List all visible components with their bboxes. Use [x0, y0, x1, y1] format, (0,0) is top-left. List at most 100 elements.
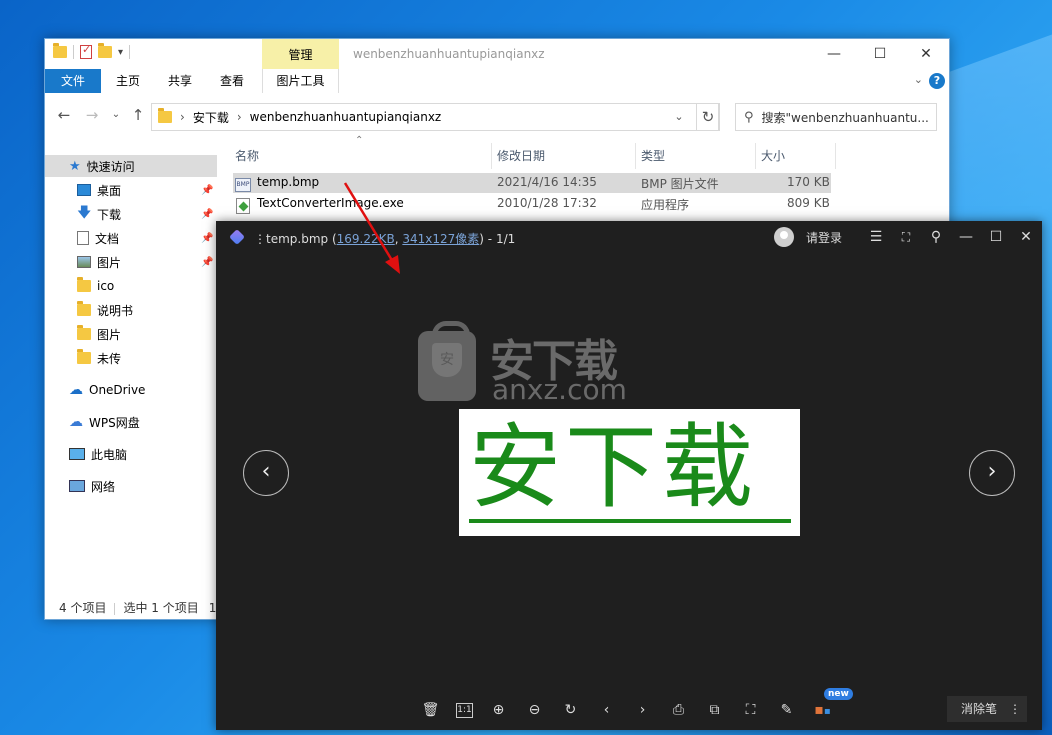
nav-this-pc[interactable]: 此电脑 [69, 443, 127, 465]
ocr-scan-icon[interactable]: ⛶ [740, 700, 761, 721]
refresh-button[interactable]: ↻ [696, 103, 720, 131]
column-header-name[interactable]: 名称 [235, 145, 259, 167]
breadcrumb-item[interactable]: wenbenzhuanhuantupianqianxz [250, 110, 442, 124]
nav-label: 桌面 [97, 183, 122, 198]
menu-icon[interactable]: ☰ [866, 227, 886, 247]
search-placeholder: 搜索"wenbenzhuanhuantu... [761, 110, 929, 125]
back-icon[interactable]: ← [53, 104, 75, 126]
computer-icon [69, 448, 85, 460]
edit-icon[interactable]: ✎ [776, 700, 797, 721]
nav-label: 说明书 [97, 303, 134, 318]
tab-view[interactable]: 查看 [207, 69, 257, 93]
exe-file-icon [236, 198, 250, 214]
customize-qat-icon[interactable]: ▾ [118, 47, 123, 58]
avatar[interactable] [774, 227, 794, 247]
displayed-image[interactable]: 安下载 [459, 409, 800, 536]
file-type: BMP 图片文件 [641, 177, 719, 191]
next-icon[interactable]: › [632, 700, 653, 721]
more-options-icon[interactable]: ⋮ [1009, 696, 1021, 722]
minimize-button[interactable]: — [817, 43, 851, 65]
maximize-button[interactable]: ☐ [863, 43, 897, 65]
table-row[interactable]: TextConverterImage.exe 2010/1/28 17:32 应… [233, 194, 831, 214]
nav-documents[interactable]: 文档 [77, 227, 119, 249]
pin-icon: 📌 [201, 233, 214, 244]
file-date: 2010/1/28 17:32 [497, 196, 597, 210]
window-title: wenbenzhuanhuantupianqianxz [353, 47, 545, 61]
bmp-file-icon: BMP [235, 178, 251, 192]
up-icon[interactable]: ↑ [127, 104, 149, 126]
nav-folder-pending[interactable]: 未传 [77, 347, 121, 369]
print-icon[interactable]: ⎙ [668, 700, 689, 721]
file-size-link[interactable]: 169.22KB [337, 232, 395, 246]
column-header-type[interactable]: 类型 [641, 145, 665, 167]
nav-label: 快速访问 [86, 159, 135, 174]
fullscreen-icon[interactable]: ⛶ [896, 227, 916, 247]
close-button[interactable]: ✕ [909, 43, 943, 65]
tab-manage[interactable]: 管理 [262, 39, 339, 69]
recent-locations-icon[interactable]: ⌄ [105, 104, 127, 126]
image-dimensions-link[interactable]: 341x127像素 [402, 232, 479, 246]
nav-label: 此电脑 [91, 447, 128, 462]
search-input[interactable]: ⚲ 搜索"wenbenzhuanhuantu... [735, 103, 937, 131]
zoom-out-icon[interactable]: ⊖ [524, 700, 545, 721]
nav-folder-ico[interactable]: ico [77, 275, 114, 297]
previous-icon[interactable]: ‹ [596, 700, 617, 721]
nav-label: ico [97, 279, 115, 293]
nav-wps-drive[interactable]: ☁ WPS网盘 [69, 411, 140, 433]
tab-picture-tools[interactable]: 图片工具 [262, 69, 339, 93]
apps-icon[interactable]: ▪▪ new [812, 687, 853, 721]
nav-label: 下载 [97, 207, 122, 222]
expand-ribbon-icon[interactable]: ⌄ [914, 73, 923, 86]
column-header-date[interactable]: 修改日期 [497, 145, 545, 167]
nav-pictures[interactable]: 图片 [77, 251, 121, 273]
new-folder-icon[interactable] [98, 43, 112, 58]
nav-folder-manual[interactable]: 说明书 [77, 299, 133, 321]
nav-onedrive[interactable]: ☁ OneDrive [69, 379, 145, 401]
cloud-icon: ☁ [69, 382, 83, 398]
nav-label: WPS网盘 [89, 415, 140, 430]
watermark: 安 安下载 anxz.com [418, 321, 648, 407]
actual-size-icon[interactable]: 1:1 [456, 702, 473, 718]
nav-label: OneDrive [89, 383, 146, 397]
nav-folder-pictures[interactable]: 图片 [77, 323, 121, 345]
nav-network[interactable]: 网络 [69, 475, 115, 497]
nav-quick-access[interactable]: ★ 快速访问 [45, 155, 217, 177]
folder-icon [77, 349, 91, 364]
breadcrumb-item[interactable]: 安下载 [193, 109, 229, 126]
tab-share[interactable]: 共享 [155, 69, 205, 93]
ribbon-tabs: 文件 主页 共享 查看 图片工具 [45, 69, 949, 93]
help-icon[interactable]: ? [929, 73, 945, 89]
file-date: 2021/4/16 14:35 [497, 175, 597, 189]
explorer-titlebar: ▾ 管理 wenbenzhuanhuantupianqianxz — ☐ ✕ [45, 39, 949, 69]
eraser-button[interactable]: 消除笔 ⋮ [947, 696, 1027, 722]
properties-icon[interactable] [80, 43, 92, 59]
pin-on-top-icon[interactable]: ⚲ [926, 227, 946, 247]
previous-image-button[interactable]: ‹ [243, 450, 289, 496]
column-header-size[interactable]: 大小 [761, 145, 785, 167]
delete-icon[interactable]: 🗑 [420, 700, 441, 721]
tab-home[interactable]: 主页 [103, 69, 153, 93]
nav-desktop[interactable]: 桌面 [77, 179, 121, 201]
table-row[interactable]: BMP temp.bmp 2021/4/16 14:35 BMP 图片文件 17… [233, 173, 831, 193]
tab-file[interactable]: 文件 [45, 69, 101, 93]
file-type: 应用程序 [641, 198, 690, 212]
pictures-icon [77, 256, 91, 268]
login-area[interactable]: 请登录 [774, 227, 842, 247]
rotate-icon[interactable]: ↻ [560, 700, 581, 721]
login-link[interactable]: 请登录 [806, 229, 842, 246]
address-dropdown-icon[interactable]: ⌄ [669, 103, 689, 131]
copy-icon[interactable]: ⧉ [704, 700, 725, 721]
address-bar[interactable]: › 安下载 › wenbenzhuanhuantupianqianxz [151, 103, 719, 131]
forward-icon[interactable]: → [81, 104, 103, 126]
minimize-button[interactable]: — [956, 227, 976, 247]
nav-downloads[interactable]: 🡇 下载 [77, 203, 121, 225]
maximize-button[interactable]: ☐ [986, 227, 1006, 247]
menu-dots-icon[interactable]: ⋮ [254, 232, 266, 246]
zoom-in-icon[interactable]: ⊕ [488, 700, 509, 721]
image-underline [469, 519, 791, 523]
next-image-button[interactable]: › [969, 450, 1015, 496]
status-bar: 4 个项目 选中 1 个项目 1 [59, 599, 216, 616]
nav-label: 未传 [97, 351, 122, 366]
pin-icon: 📌 [201, 209, 214, 220]
close-button[interactable]: ✕ [1016, 227, 1036, 247]
